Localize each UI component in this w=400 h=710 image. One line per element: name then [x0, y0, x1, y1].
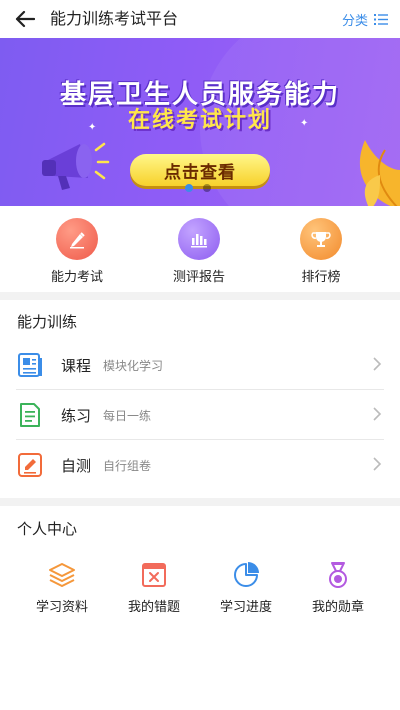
practice-row[interactable]: 练习 每日一练 — [16, 390, 384, 440]
book-icon — [16, 351, 44, 379]
section-divider — [0, 292, 400, 300]
assessment-report-button[interactable]: 测评报告 — [144, 218, 254, 285]
course-row[interactable]: 课程 模块化学习 — [16, 340, 384, 390]
study-materials-label: 学习资料 — [35, 600, 88, 615]
app-header: 能力训练考试平台 分类 — [0, 0, 400, 38]
carousel-dot-active[interactable] — [185, 184, 193, 192]
back-button[interactable] — [12, 6, 38, 32]
self-test-subtitle: 自行组卷 — [103, 458, 152, 473]
trophy-icon — [300, 218, 342, 260]
my-medals-label: 我的勋章 — [311, 600, 364, 615]
edit-icon — [16, 451, 44, 479]
practice-title: 练习 — [61, 406, 92, 425]
course-title: 课程 — [61, 356, 92, 375]
practice-subtitle: 每日一练 — [103, 408, 152, 423]
bar-chart-icon — [178, 218, 220, 260]
section-divider — [0, 498, 400, 506]
study-progress-label: 学习进度 — [219, 600, 272, 615]
promo-banner[interactable]: ✦ ✦ 基层卫生人员服务能力 在线考试计划 点击查看 — [0, 38, 400, 206]
pencil-icon — [56, 218, 98, 260]
study-materials-button[interactable]: 学习资料 — [12, 560, 112, 615]
study-progress-button[interactable]: 学习进度 — [196, 560, 296, 615]
course-subtitle: 模块化学习 — [103, 358, 164, 373]
layers-icon — [47, 560, 77, 590]
personal-section-title: 个人中心 — [17, 520, 78, 538]
wrong-questions-label: 我的错题 — [127, 600, 180, 615]
document-icon — [16, 401, 44, 429]
list-icon — [374, 13, 388, 25]
chevron-right-icon — [373, 357, 382, 371]
wrong-book-icon — [139, 560, 169, 590]
megaphone-icon — [42, 142, 110, 190]
carousel-dot[interactable] — [203, 184, 211, 192]
ability-exam-button[interactable]: 能力考试 — [22, 218, 132, 285]
leaf-decoration-icon — [360, 140, 400, 206]
page-title: 能力训练考试平台 — [50, 9, 179, 28]
pie-chart-icon — [231, 560, 261, 590]
category-button[interactable]: 分类 — [342, 0, 388, 38]
training-section-title: 能力训练 — [17, 313, 78, 331]
category-label: 分类 — [341, 13, 368, 29]
arrow-left-icon — [15, 10, 35, 28]
leaderboard-label: 排行榜 — [301, 270, 341, 285]
my-medals-button[interactable]: 我的勋章 — [288, 560, 388, 615]
self-test-title: 自测 — [61, 456, 92, 475]
self-test-row[interactable]: 自测 自行组卷 — [16, 440, 384, 490]
wrong-questions-button[interactable]: 我的错题 — [104, 560, 204, 615]
carousel-dots — [185, 184, 211, 192]
banner-subtitle: 在线考试计划 — [127, 108, 272, 133]
view-button[interactable]: 点击查看 — [130, 154, 270, 186]
chevron-right-icon — [373, 457, 382, 471]
quick-actions: 能力考试 测评报告 排行榜 — [0, 206, 400, 292]
assessment-report-label: 测评报告 — [172, 270, 225, 285]
leaderboard-button[interactable]: 排行榜 — [266, 218, 376, 285]
medal-icon — [323, 560, 353, 590]
chevron-right-icon — [373, 407, 382, 421]
ability-exam-label: 能力考试 — [50, 270, 103, 285]
